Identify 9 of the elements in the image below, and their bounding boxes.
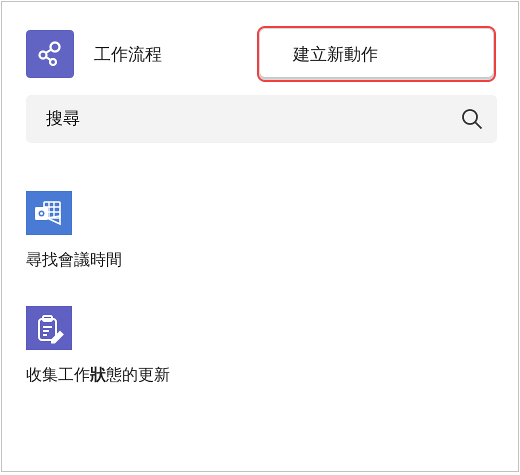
workflow-label[interactable]: 尋找會議時間: [26, 250, 122, 271]
clipboard-edit-icon[interactable]: [26, 306, 72, 350]
page-title: 工作流程: [94, 44, 163, 66]
create-action-button[interactable]: 建立新動作: [257, 26, 496, 82]
share-nodes-icon: [26, 30, 74, 78]
search-icon[interactable]: [461, 108, 483, 130]
search-field[interactable]: 搜尋: [26, 95, 497, 143]
workflow-label[interactable]: 收集工作狀態的更新: [26, 365, 170, 386]
calendar-mail-icon[interactable]: [26, 191, 72, 235]
